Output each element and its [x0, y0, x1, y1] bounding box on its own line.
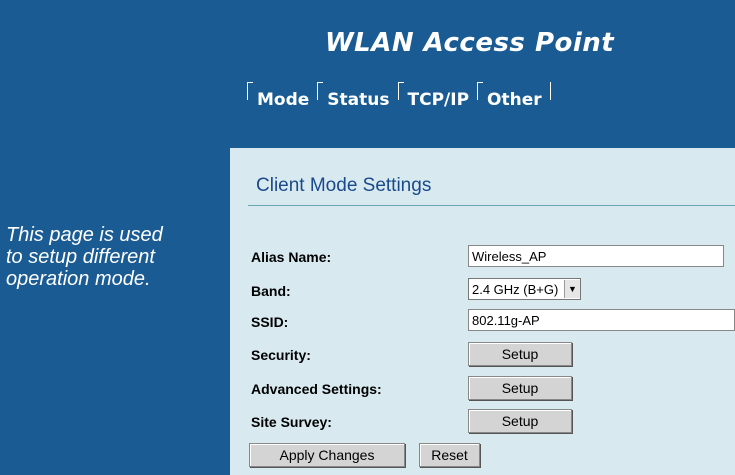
- site-survey-label: Site Survey:: [251, 414, 332, 430]
- header-banner: WLAN Access Point Mode Status TCP/IP Oth…: [0, 0, 735, 148]
- security-label: Security:: [251, 347, 311, 363]
- nav-tabs: Mode Status TCP/IP Other: [247, 82, 551, 114]
- alias-name-label: Alias Name:: [251, 249, 332, 265]
- tab-tcpip[interactable]: TCP/IP: [397, 82, 478, 114]
- site-survey-setup-button[interactable]: Setup: [468, 409, 572, 433]
- apply-changes-button[interactable]: Apply Changes: [249, 443, 405, 467]
- tab-mode[interactable]: Mode: [247, 82, 317, 114]
- tab-other[interactable]: Other: [477, 82, 550, 114]
- ssid-input[interactable]: [468, 309, 735, 331]
- content-panel: Client Mode Settings Alias Name: Band: 2…: [230, 148, 735, 475]
- tab-divider: [549, 82, 551, 114]
- band-label: Band:: [251, 283, 291, 299]
- security-setup-button[interactable]: Setup: [468, 342, 572, 366]
- band-select-value: 2.4 GHz (B+G): [472, 281, 559, 297]
- alias-name-input[interactable]: [468, 245, 724, 267]
- page-title: WLAN Access Point: [325, 28, 615, 58]
- advanced-settings-label: Advanced Settings:: [251, 381, 382, 397]
- section-title: Client Mode Settings: [256, 175, 432, 196]
- chevron-down-icon[interactable]: ▼: [564, 280, 580, 298]
- sidebar: This page is used to setup different ope…: [0, 148, 230, 475]
- reset-button[interactable]: Reset: [419, 443, 480, 467]
- divider: [248, 205, 735, 206]
- band-select[interactable]: 2.4 GHz (B+G) ▼: [468, 278, 581, 300]
- ssid-label: SSID:: [251, 314, 289, 330]
- sidebar-description: This page is used to setup different ope…: [6, 224, 163, 290]
- advanced-settings-setup-button[interactable]: Setup: [468, 376, 572, 400]
- tab-status[interactable]: Status: [317, 82, 397, 114]
